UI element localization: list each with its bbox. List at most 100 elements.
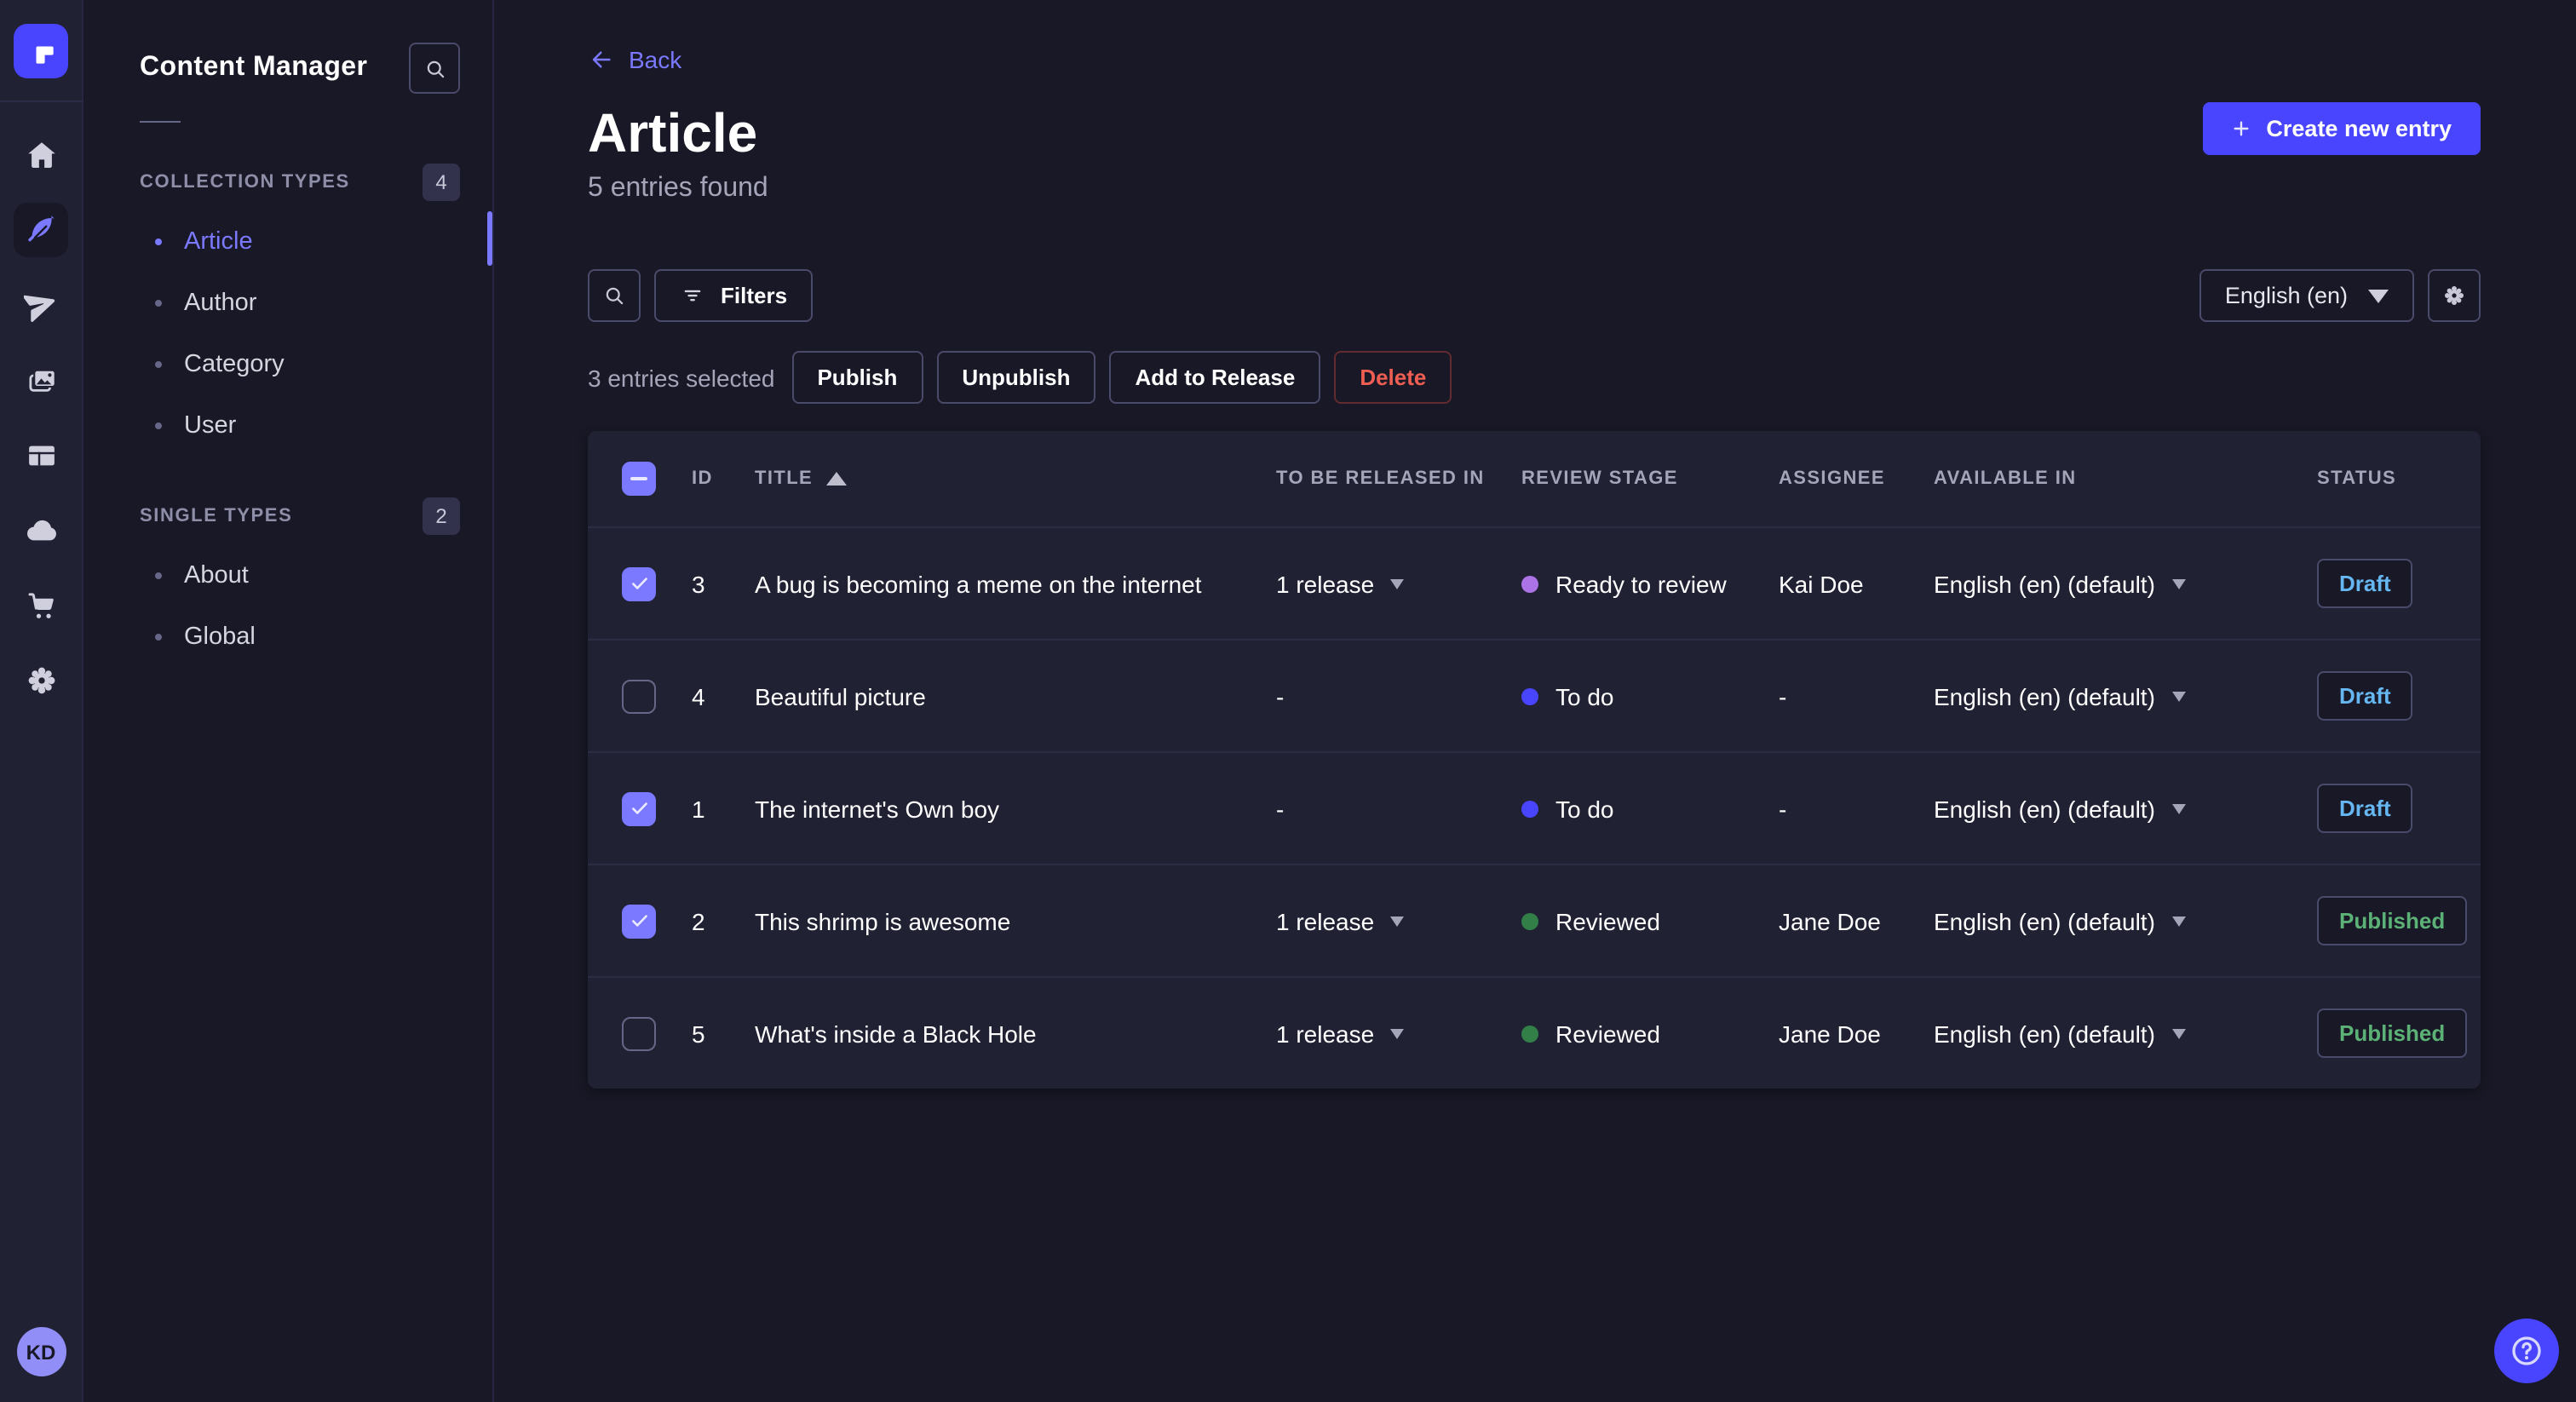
chevron-down-icon — [2171, 916, 2186, 926]
scrollbar-thumb[interactable] — [487, 211, 492, 266]
indeterminate-dash-icon — [630, 476, 647, 481]
stage-dot-icon — [1521, 912, 1538, 929]
sidebar-section-header: SINGLE TYPES 2 — [85, 497, 492, 535]
chevron-down-icon — [2171, 803, 2186, 813]
locale-select[interactable]: English (en) — [2199, 269, 2414, 322]
row-checkbox[interactable] — [622, 791, 656, 825]
row-release[interactable]: 1 release — [1276, 1020, 1521, 1047]
avatar[interactable]: KD — [16, 1327, 66, 1376]
content-type-builder-icon[interactable] — [14, 428, 68, 482]
gear-icon — [2445, 286, 2464, 305]
sort-title-button[interactable]: TITLE — [755, 468, 848, 489]
row-assignee: - — [1779, 682, 1787, 710]
row-id: 5 — [692, 1020, 705, 1047]
bullet-icon — [155, 300, 162, 307]
column-header-available: AVAILABLE IN — [1934, 468, 2077, 489]
content-manager-sidebar: Content Manager COLLECTION TYPES 4 Article… — [85, 0, 494, 1402]
back-link[interactable]: Back — [588, 46, 681, 73]
table-row[interactable]: 4 Beautiful picture - To do - English (e… — [588, 639, 2481, 751]
bullet-icon — [155, 572, 162, 579]
table-header-row: ID TITLE TO BE RELEASED IN REVIEW STAGE … — [588, 431, 2481, 526]
row-locale[interactable]: English (en) (default) — [1934, 795, 2317, 822]
home-icon[interactable] — [14, 128, 68, 182]
sidebar-item-global[interactable]: Global — [85, 606, 492, 668]
row-locale[interactable]: English (en) (default) — [1934, 1020, 2317, 1047]
chevron-down-icon — [2368, 289, 2389, 302]
sidebar-item-category[interactable]: Category — [85, 334, 492, 395]
sidebar-header: Content Manager — [85, 0, 492, 94]
arrow-left-icon — [592, 51, 611, 68]
row-checkbox[interactable] — [622, 679, 656, 713]
sidebar-item-label: User — [184, 412, 237, 440]
releases-icon[interactable] — [14, 278, 68, 332]
status-badge: Draft — [2317, 671, 2413, 721]
filter-icon — [684, 290, 701, 302]
sidebar-item-article[interactable]: Article — [85, 211, 492, 273]
strapi-logo[interactable] — [14, 24, 68, 78]
row-locale[interactable]: English (en) (default) — [1934, 907, 2317, 934]
create-entry-button[interactable]: Create new entry — [2203, 102, 2481, 155]
column-header-id: ID — [692, 468, 713, 489]
row-review-stage: To do — [1521, 682, 1779, 710]
row-release[interactable]: - — [1276, 682, 1521, 710]
search-button[interactable] — [588, 269, 641, 322]
sidebar-search-button[interactable] — [409, 43, 460, 94]
media-library-icon[interactable] — [14, 353, 68, 407]
page-title: Article — [588, 102, 758, 164]
row-locale[interactable]: English (en) (default) — [1934, 682, 2317, 710]
sidebar-item-label: Global — [184, 623, 256, 651]
filters-button[interactable]: Filters — [654, 269, 814, 322]
filters-label: Filters — [721, 283, 788, 308]
sidebar-item-user[interactable]: User — [85, 395, 492, 457]
sidebar-item-label: Article — [184, 228, 253, 256]
row-release[interactable]: 1 release — [1276, 907, 1521, 934]
row-checkbox[interactable] — [622, 566, 656, 600]
row-review-stage: Reviewed — [1521, 1020, 1779, 1047]
search-icon — [426, 60, 444, 78]
marketplace-cart-icon[interactable] — [14, 577, 68, 632]
row-locale[interactable]: English (en) (default) — [1934, 570, 2317, 597]
table-row[interactable]: 3 A bug is becoming a meme on the intern… — [588, 526, 2481, 639]
row-checkbox[interactable] — [622, 904, 656, 938]
content-manager-icon[interactable] — [14, 203, 68, 257]
sidebar-item-label: About — [184, 562, 249, 589]
publish-button[interactable]: Publish — [791, 351, 923, 404]
row-checkbox[interactable] — [622, 1016, 656, 1050]
table-row[interactable]: 1 The internet's Own boy - To do - Engli… — [588, 751, 2481, 864]
row-assignee: Kai Doe — [1779, 570, 1864, 597]
add-to-release-button[interactable]: Add to Release — [1109, 351, 1321, 404]
settings-gear-icon[interactable] — [14, 652, 68, 707]
stage-dot-icon — [1521, 1025, 1538, 1042]
app: KD Content Manager COLLECTION TYPES 4 Arti… — [0, 0, 2576, 1402]
select-all-checkbox[interactable] — [622, 462, 656, 496]
table-row[interactable]: 2 This shrimp is awesome 1 release Revie… — [588, 864, 2481, 976]
status-badge: Published — [2317, 1008, 2468, 1058]
sidebar-item-about[interactable]: About — [85, 545, 492, 606]
chevron-down-icon — [2171, 578, 2186, 589]
chevron-down-icon — [1389, 578, 1404, 589]
view-settings-button[interactable] — [2428, 269, 2481, 322]
column-header-release: TO BE RELEASED IN — [1276, 468, 1485, 489]
sidebar-item-label: Author — [184, 290, 257, 317]
bullet-icon — [155, 238, 162, 245]
unpublish-button[interactable]: Unpublish — [936, 351, 1096, 404]
row-title: This shrimp is awesome — [755, 907, 1011, 934]
bullet-icon — [155, 634, 162, 641]
plus-icon — [2234, 121, 2249, 136]
row-assignee: Jane Doe — [1779, 907, 1881, 934]
sidebar-item-author[interactable]: Author — [85, 273, 492, 334]
row-release[interactable]: 1 release — [1276, 570, 1521, 597]
chevron-down-icon — [2171, 1028, 2186, 1038]
delete-button[interactable]: Delete — [1334, 351, 1452, 404]
table-row[interactable]: 5 What's inside a Black Hole 1 release R… — [588, 976, 2481, 1089]
strapi-logo-mark — [36, 46, 54, 64]
row-review-stage: Reviewed — [1521, 907, 1779, 934]
title-bar: Article 5 entries found Create new entry — [588, 99, 2481, 204]
left-nav-icons — [14, 128, 68, 707]
check-icon — [631, 577, 647, 589]
table-body: 3 A bug is becoming a meme on the intern… — [588, 526, 2481, 1089]
help-button[interactable] — [2494, 1319, 2559, 1383]
deploy-cloud-icon[interactable] — [14, 503, 68, 557]
row-release[interactable]: - — [1276, 795, 1521, 822]
selection-count: 3 entries selected — [588, 364, 775, 391]
